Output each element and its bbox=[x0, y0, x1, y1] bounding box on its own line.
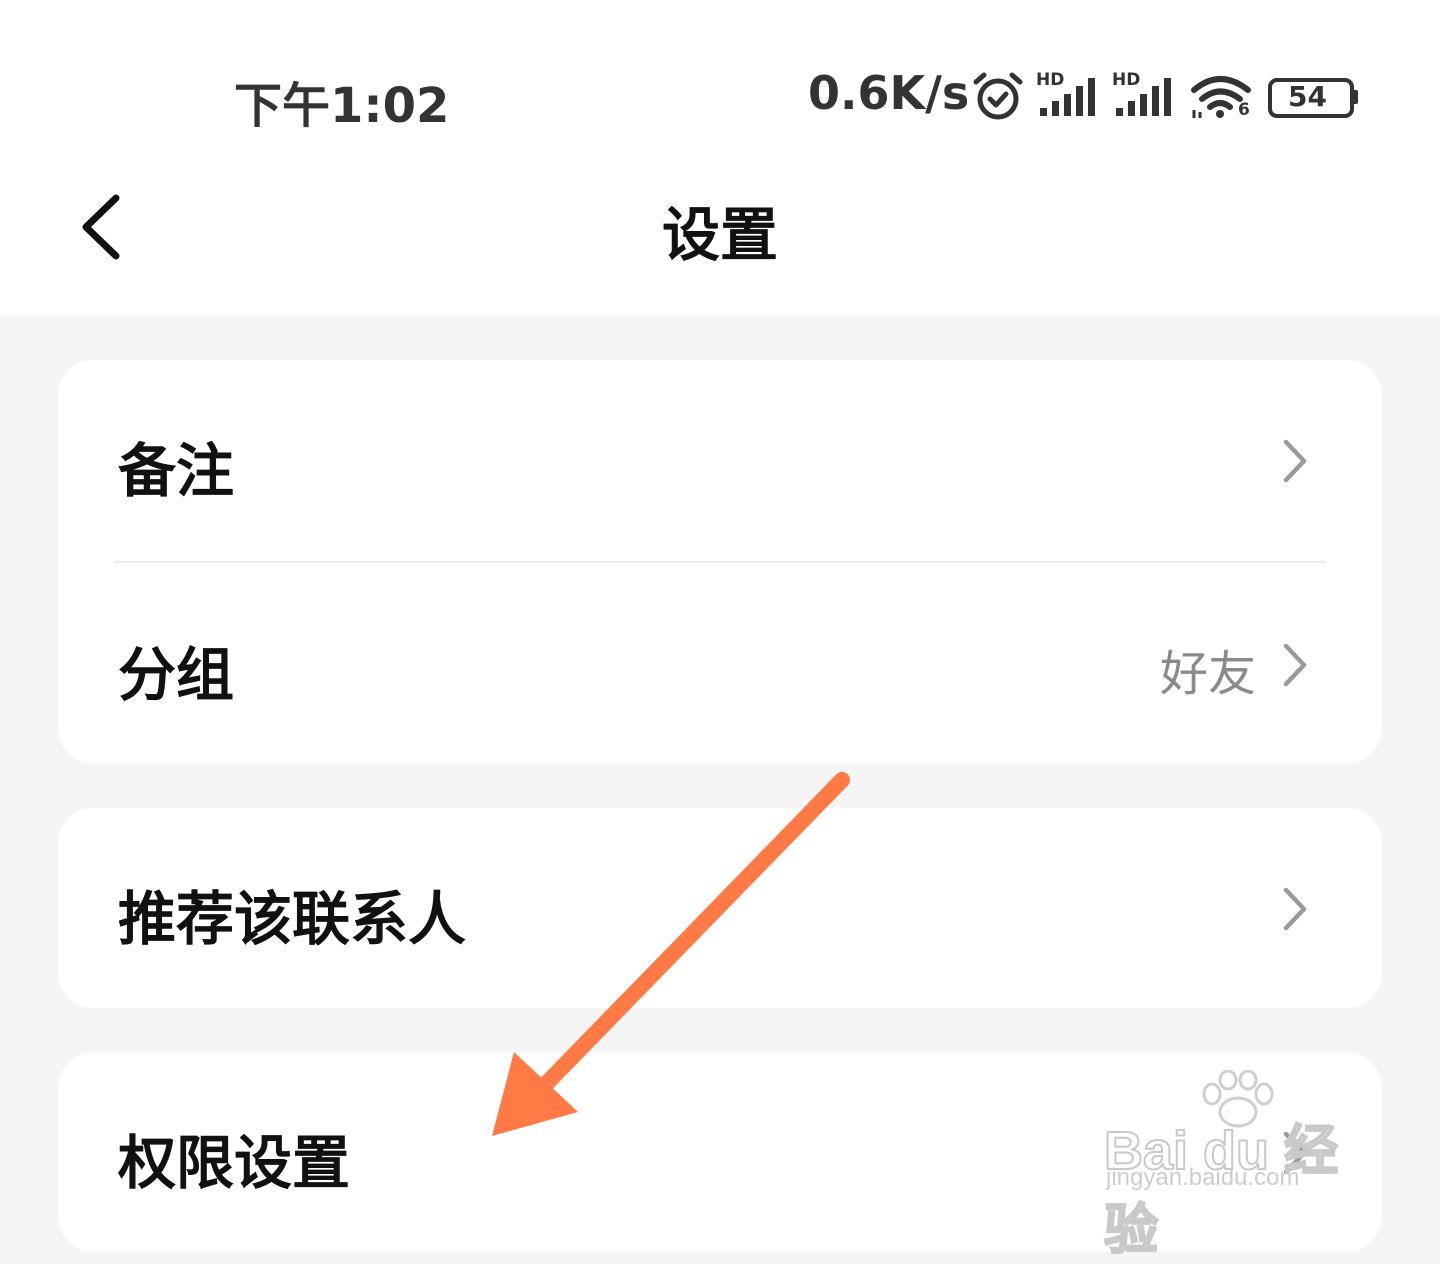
list-item-group[interactable]: 分组 好友 bbox=[58, 564, 1382, 764]
list-item-label: 分组 bbox=[118, 641, 235, 709]
settings-card-basic: 备注 分组 好友 bbox=[58, 360, 1382, 764]
hd-signal-icon: HD bbox=[1036, 70, 1100, 118]
battery-icon: 54 bbox=[1268, 78, 1358, 118]
page-title: 设置 bbox=[661, 201, 778, 269]
list-item-label: 推荐该联系人 bbox=[118, 885, 467, 953]
list-item-label: 权限设置 bbox=[118, 1129, 351, 1197]
list-item-label: 备注 bbox=[118, 437, 235, 505]
chevron-right-icon bbox=[1283, 887, 1307, 931]
divider bbox=[114, 561, 1326, 563]
wifi-badge: 6 bbox=[1238, 100, 1250, 120]
list-item-recommend-contact[interactable]: 推荐该联系人 bbox=[58, 808, 1382, 1008]
status-bar: 下午1:02 0.6K/s HD HD 6 54 bbox=[0, 0, 1440, 160]
battery-level: 54 bbox=[1288, 80, 1327, 113]
status-net-speed: 0.6K/s bbox=[808, 66, 970, 120]
alarm-icon bbox=[973, 72, 1023, 120]
status-time: 下午1:02 bbox=[234, 78, 450, 134]
chevron-right-icon bbox=[1283, 643, 1307, 687]
chevron-right-icon bbox=[1283, 439, 1307, 483]
list-item-value: 好友 bbox=[1159, 646, 1256, 702]
watermark-url: jingyan.baidu.com bbox=[1106, 1164, 1300, 1191]
settings-card-recommend: 推荐该联系人 bbox=[58, 808, 1382, 1008]
baidu-watermark: Bai du 经验 jingyan.baidu.com bbox=[1100, 1070, 1370, 1261]
list-item-remark[interactable]: 备注 bbox=[58, 360, 1382, 560]
hd-signal-icon: HD bbox=[1112, 70, 1176, 118]
wifi-icon: 6 bbox=[1190, 74, 1252, 122]
